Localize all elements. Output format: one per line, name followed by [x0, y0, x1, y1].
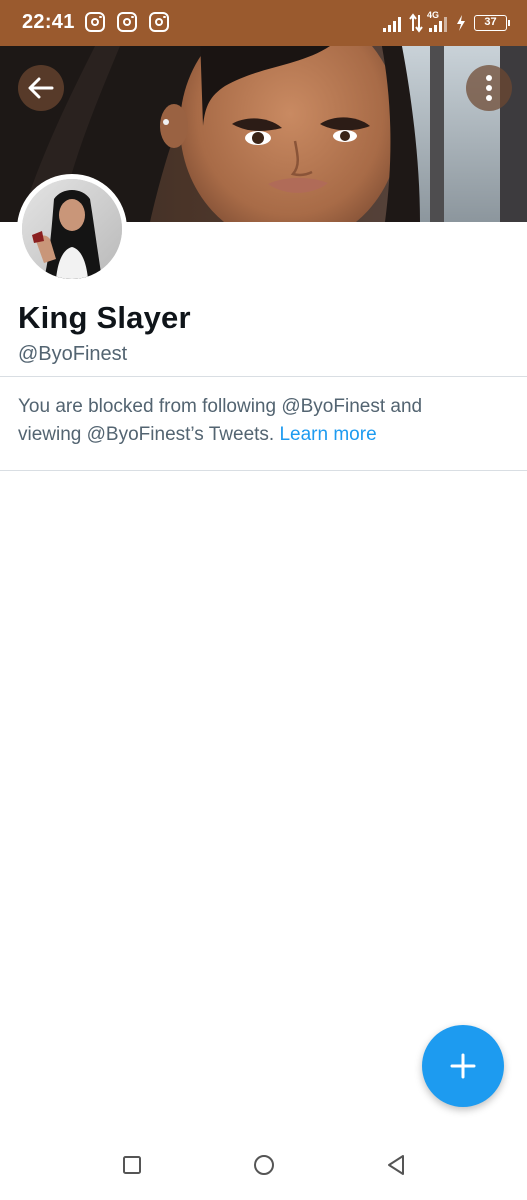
- system-navigation-bar: [0, 1130, 527, 1200]
- triangle-back-icon: [388, 1155, 404, 1175]
- recents-button[interactable]: [118, 1151, 146, 1179]
- home-button[interactable]: [250, 1151, 278, 1179]
- back-button[interactable]: [18, 65, 64, 111]
- system-back-button[interactable]: [382, 1151, 410, 1179]
- divider: [0, 470, 527, 471]
- circle-icon: [254, 1155, 274, 1175]
- compose-tweet-button[interactable]: [422, 1025, 504, 1107]
- display-name: King Slayer: [18, 300, 191, 335]
- instagram-icon: [149, 12, 169, 32]
- data-transfer-icon: [409, 13, 423, 33]
- learn-more-link[interactable]: Learn more: [279, 424, 376, 445]
- signal-icon: [383, 17, 401, 32]
- charging-icon: [457, 15, 465, 31]
- username-handle: @ByoFinest: [18, 343, 128, 365]
- square-icon: [123, 1156, 141, 1174]
- divider: [0, 376, 527, 377]
- instagram-icon: [85, 12, 105, 32]
- more-options-button[interactable]: [466, 65, 512, 111]
- status-bar: 22:41 4G 37: [0, 0, 527, 46]
- more-vertical-icon: [486, 75, 492, 101]
- plus-icon: [450, 1053, 476, 1079]
- avatar-image: [22, 179, 122, 279]
- status-icons: 4G 37: [382, 10, 510, 36]
- arrow-left-icon: [28, 77, 54, 99]
- instagram-icon: [117, 12, 137, 32]
- blocked-message: You are blocked from following @ByoFines…: [18, 393, 488, 449]
- avatar[interactable]: [17, 174, 127, 284]
- status-time: 22:41: [22, 11, 75, 33]
- battery-indicator: 37: [474, 15, 510, 31]
- signal-icon-secondary: [429, 17, 447, 32]
